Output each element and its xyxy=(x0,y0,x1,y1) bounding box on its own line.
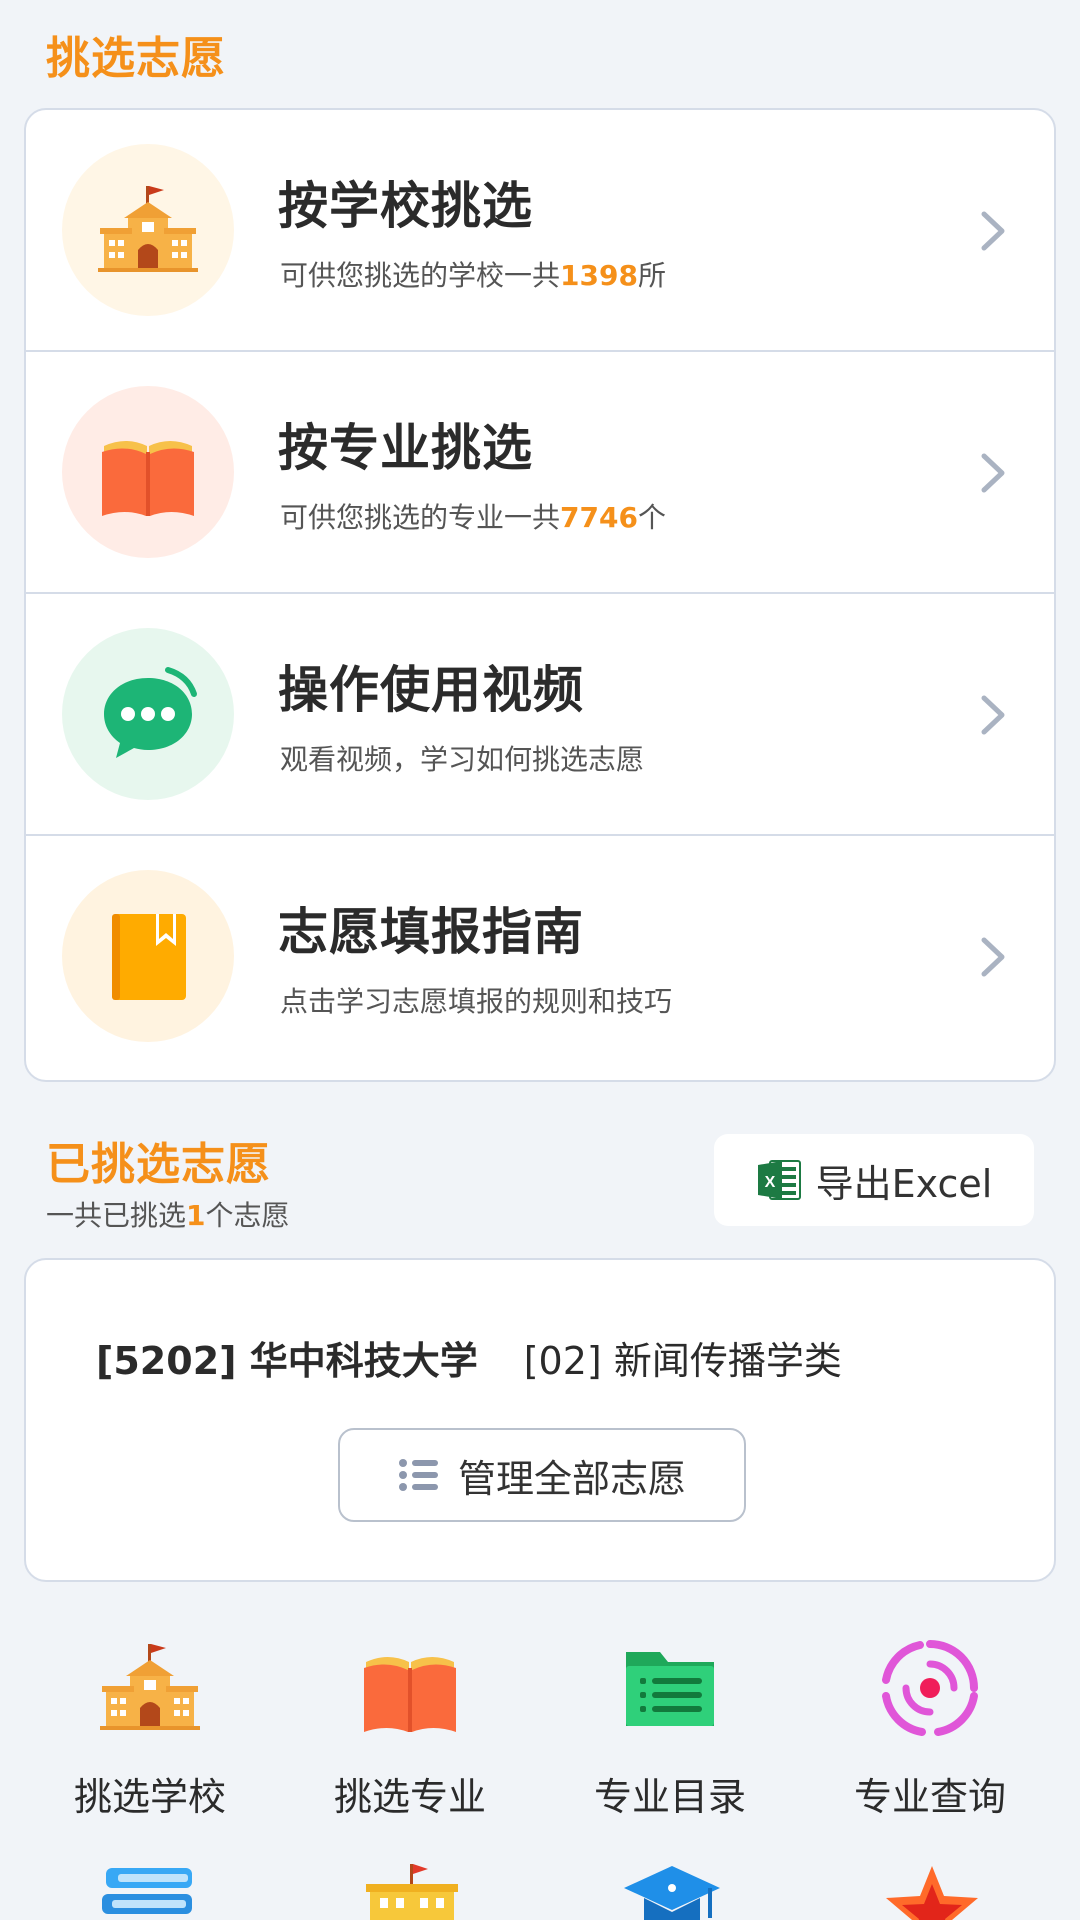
grid-item-label: 挑选学校 xyxy=(73,1775,226,1819)
export-excel-label: 导出Excel xyxy=(815,1161,993,1206)
chevron-right-icon xyxy=(981,211,1005,251)
chevron-right-icon xyxy=(981,453,1005,493)
books-stack-icon xyxy=(102,1868,192,1914)
manage-all-choices-label: 管理全部志愿 xyxy=(457,1456,686,1501)
option-title: 操作使用视频 xyxy=(278,661,584,719)
school-count: 1398 xyxy=(560,259,638,292)
grid-item-major-catalog[interactable]: 专业目录 xyxy=(560,1638,780,1821)
manage-all-choices-button[interactable]: 管理全部志愿 xyxy=(338,1428,746,1522)
option-subtitle: 观看视频，学习如何挑选志愿 xyxy=(280,743,645,776)
chosen-count-text: 一共已挑选1个志愿 xyxy=(46,1199,290,1232)
folder-list-icon xyxy=(626,1652,714,1726)
option-icon-bg xyxy=(62,870,234,1042)
open-book-icon xyxy=(364,1657,456,1732)
option-title: 志愿填报指南 xyxy=(278,903,584,961)
school-icon xyxy=(100,1644,200,1730)
option-title: 按专业挑选 xyxy=(278,419,533,477)
chevron-right-icon xyxy=(981,937,1005,977)
school-icon xyxy=(98,186,198,272)
grid-item-star[interactable] xyxy=(882,1864,982,1920)
grid-item-label: 专业查询 xyxy=(853,1775,1006,1819)
export-excel-button[interactable]: X 导出Excel xyxy=(714,1134,1034,1226)
option-subtitle: 点击学习志愿填报的规则和技巧 xyxy=(280,985,673,1018)
chosen-count: 1 xyxy=(186,1199,206,1232)
option-subtitle: 可供您挑选的学校一共1398所 xyxy=(280,259,666,292)
chosen-choices-card: [5202] 华中科技大学 [02] 新闻传播学类 管理全部志愿 xyxy=(24,1258,1056,1582)
grid-item-label: 挑选专业 xyxy=(333,1775,486,1819)
grid-item-choose-major[interactable]: 挑选专业 xyxy=(300,1638,520,1821)
selection-options-card: 按学校挑选 可供您挑选的学校一共1398所 按专业挑选 可供您挑选的专业一共77… xyxy=(24,108,1056,1082)
option-by-major[interactable]: 按专业挑选 可供您挑选的专业一共7746个 xyxy=(26,352,1054,594)
option-tutorial-video[interactable]: 操作使用视频 观看视频，学习如何挑选志愿 xyxy=(26,594,1054,836)
grid-item-books[interactable] xyxy=(100,1864,200,1920)
star-icon xyxy=(886,1866,978,1920)
open-book-icon xyxy=(102,441,194,516)
guide-book-icon xyxy=(112,914,186,1000)
option-subtitle: 可供您挑选的专业一共7746个 xyxy=(280,501,666,534)
choice-major: [02] 新闻传播学类 xyxy=(523,1339,842,1383)
option-icon-bg xyxy=(62,628,234,800)
excel-icon: X xyxy=(757,1160,801,1200)
option-icon-bg xyxy=(62,144,234,316)
choice-item[interactable]: [5202] 华中科技大学 [02] 新闻传播学类 xyxy=(96,1330,842,1385)
major-count: 7746 xyxy=(560,501,638,534)
option-by-school[interactable]: 按学校挑选 可供您挑选的学校一共1398所 xyxy=(26,110,1054,352)
building-flag-icon xyxy=(366,1864,458,1920)
chosen-section-title: 已挑选志愿 xyxy=(46,1139,271,1190)
option-icon-bg xyxy=(62,386,234,558)
grid-item-label: 专业目录 xyxy=(593,1775,746,1819)
svg-text:X: X xyxy=(764,1174,775,1191)
grid-item-graduation[interactable] xyxy=(622,1864,722,1920)
grid-item-major-search[interactable]: 专业查询 xyxy=(820,1638,1040,1821)
graduation-cap-icon xyxy=(624,1866,720,1920)
chat-bubble-icon xyxy=(104,667,197,758)
grid-item-choose-school[interactable]: 挑选学校 xyxy=(40,1638,260,1821)
chevron-right-icon xyxy=(981,695,1005,735)
list-icon xyxy=(398,1459,438,1491)
page-title: 挑选志愿 xyxy=(46,33,226,84)
choice-school: [5202] 华中科技大学 xyxy=(96,1339,478,1383)
option-guide[interactable]: 志愿填报指南 点击学习志愿填报的规则和技巧 xyxy=(26,836,1054,1078)
option-title: 按学校挑选 xyxy=(278,177,533,235)
grid-item-building[interactable] xyxy=(362,1864,462,1920)
target-icon xyxy=(882,1640,978,1736)
